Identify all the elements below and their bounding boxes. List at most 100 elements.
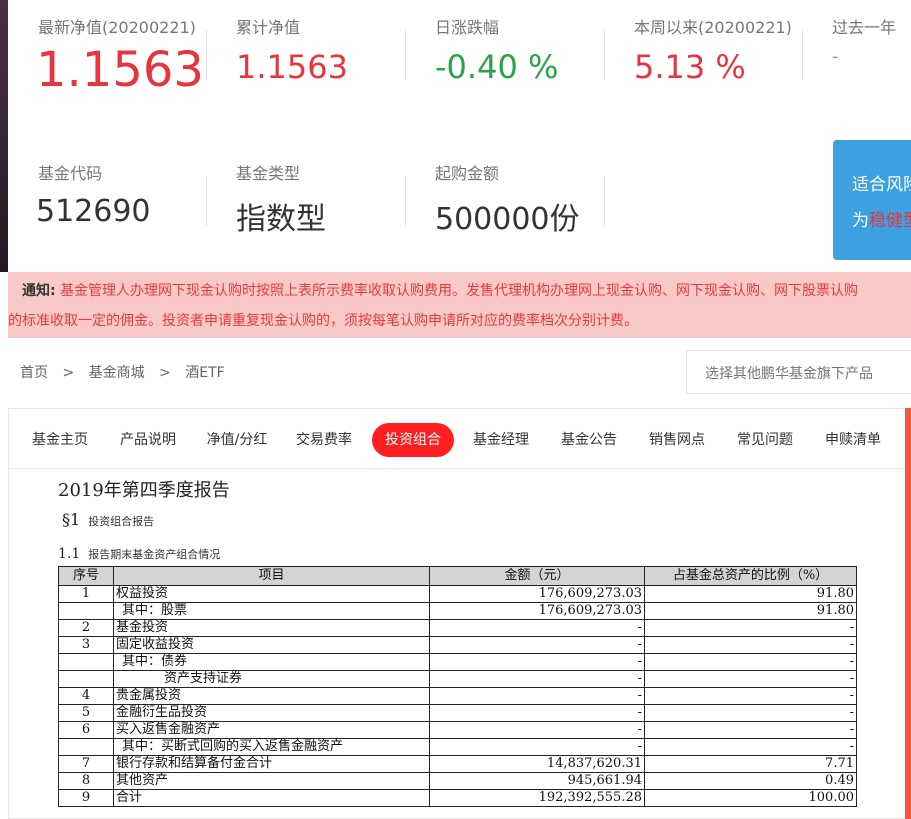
cell-seq: 3 bbox=[58, 636, 114, 654]
cell-seq: 2 bbox=[58, 619, 114, 637]
tab-faq[interactable]: 常见问题 bbox=[729, 423, 801, 457]
cell-ratio: - bbox=[644, 687, 857, 705]
table-row: 其中：股票 176,609,273.03 91.80 bbox=[58, 602, 857, 620]
stat-divider bbox=[206, 176, 207, 226]
cell-seq: 1 bbox=[58, 585, 114, 603]
table-row: 3 固定收益投资 - - bbox=[58, 636, 857, 654]
cell-seq: 7 bbox=[58, 755, 114, 773]
cell-seq bbox=[58, 670, 114, 688]
cell-seq: 4 bbox=[58, 687, 114, 705]
header-seq: 序号 bbox=[58, 566, 114, 586]
fund-code-label: 基金代码 bbox=[38, 164, 103, 183]
week-to-date-value: 5.13 % bbox=[634, 48, 746, 86]
cell-item: 贵金属投资 bbox=[113, 687, 430, 705]
table-row: 5 金融衍生品投资 - - bbox=[58, 704, 857, 722]
table-row: 8 其他资产 945,661.94 0.49 bbox=[58, 772, 857, 790]
table-row: 7 银行存款和结算备付金合计 14,837,620.31 7.71 bbox=[58, 755, 857, 773]
tab-subscription-list[interactable]: 申赎清单 bbox=[817, 423, 889, 457]
cell-item: 银行存款和结算备付金合计 bbox=[113, 755, 430, 773]
cell-amount: 176,609,273.03 bbox=[429, 602, 645, 620]
breadcrumb-current: 酒ETF bbox=[185, 365, 225, 381]
risk-level-box[interactable]: 适合风险 为稳健型 bbox=[833, 140, 911, 260]
tab-fees[interactable]: 交易费率 bbox=[288, 423, 360, 457]
tab-fund-manager[interactable]: 基金经理 bbox=[465, 423, 537, 457]
cell-item: 固定收益投资 bbox=[113, 636, 430, 654]
stat-divider bbox=[604, 176, 605, 226]
tab-nav-dividend[interactable]: 净值/分红 bbox=[198, 423, 276, 457]
cell-amount: - bbox=[429, 619, 645, 637]
cell-amount: - bbox=[429, 687, 645, 705]
cell-ratio: 91.80 bbox=[644, 585, 857, 603]
table-row: 6 买入返售金融资产 - - bbox=[58, 721, 857, 739]
cell-item: 其中：债券 bbox=[113, 653, 430, 671]
table-row: 4 贵金属投资 - - bbox=[58, 687, 857, 705]
min-purchase-label: 起购金额 bbox=[435, 164, 500, 183]
week-to-date-label: 本周以来(20200221) bbox=[634, 18, 792, 37]
cell-ratio: 91.80 bbox=[644, 602, 857, 620]
cell-amount: - bbox=[429, 636, 645, 654]
cell-ratio: - bbox=[644, 619, 857, 637]
tab-fund-home[interactable]: 基金主页 bbox=[24, 423, 96, 457]
tab-sales-outlets[interactable]: 销售网点 bbox=[641, 423, 713, 457]
cell-item: 资产支持证券 bbox=[113, 670, 430, 688]
stat-divider bbox=[802, 30, 803, 80]
cell-item: 买入返售金融资产 bbox=[113, 721, 430, 739]
min-purchase-value: 500000份 bbox=[435, 202, 580, 237]
cell-amount: - bbox=[429, 704, 645, 722]
tab-announcements[interactable]: 基金公告 bbox=[553, 423, 625, 457]
fund-type-label: 基金类型 bbox=[236, 164, 301, 183]
header-amount: 金额（元） bbox=[429, 566, 645, 586]
cell-amount: 192,392,555.28 bbox=[429, 789, 645, 807]
notice-line-2: 的标准收取一定的佣金。投资者申请重复现金认购的，须按每笔认购申请所对应的费率档次… bbox=[8, 313, 638, 329]
section-1-1-heading: 1.1 报告期末基金资产组合情况 bbox=[58, 546, 221, 562]
cell-amount: - bbox=[429, 738, 645, 756]
cumulative-nav-value: 1.1563 bbox=[236, 48, 348, 86]
stat-divider bbox=[405, 176, 406, 226]
breadcrumb-home[interactable]: 首页 bbox=[20, 365, 48, 381]
cell-seq: 5 bbox=[58, 704, 114, 722]
header-item: 项目 bbox=[113, 566, 430, 586]
cell-ratio: - bbox=[644, 704, 857, 722]
cell-amount: - bbox=[429, 653, 645, 671]
cell-seq: 8 bbox=[58, 772, 114, 790]
fund-select-box[interactable] bbox=[686, 350, 911, 394]
notice-label: 通知: bbox=[22, 283, 56, 299]
table-row: 其中：买断式回购的买入返售金融资产 - - bbox=[58, 738, 857, 756]
window-edge-strip bbox=[0, 0, 8, 272]
cell-ratio: - bbox=[644, 721, 857, 739]
table-row: 资产支持证券 - - bbox=[58, 670, 857, 688]
cell-ratio: 7.71 bbox=[644, 755, 857, 773]
breadcrumb: 首页 > 基金商城 > 酒ETF bbox=[20, 362, 225, 382]
cell-ratio: - bbox=[644, 670, 857, 688]
cell-ratio: - bbox=[644, 636, 857, 654]
risk-box-line2: 为稳健型 bbox=[852, 206, 911, 231]
breadcrumb-fund-mall[interactable]: 基金商城 bbox=[89, 365, 145, 381]
tab-product-info[interactable]: 产品说明 bbox=[112, 423, 184, 457]
table-row: 1 权益投资 176,609,273.03 91.80 bbox=[58, 585, 857, 603]
stat-divider bbox=[405, 30, 406, 80]
notice-bar: 通知: 基金管理人办理网下现金认购时按照上表所示费率收取认购费用。发售代理机构办… bbox=[8, 272, 911, 338]
daily-change-label: 日涨跌幅 bbox=[435, 18, 500, 37]
cell-item: 合计 bbox=[113, 789, 430, 807]
fund-select-input[interactable] bbox=[703, 365, 907, 383]
table-row: 9 合计 192,392,555.28 100.00 bbox=[58, 789, 857, 807]
cell-amount: - bbox=[429, 721, 645, 739]
risk-level-highlight: 稳健型 bbox=[869, 211, 911, 231]
cell-ratio: 100.00 bbox=[644, 789, 857, 807]
cell-item: 其中：买断式回购的买入返售金融资产 bbox=[113, 738, 430, 756]
breadcrumb-separator: > bbox=[159, 365, 171, 381]
section-1-heading: §1 投资组合报告 bbox=[62, 510, 155, 529]
cell-seq bbox=[58, 602, 114, 620]
fund-type-value: 指数型 bbox=[236, 202, 326, 237]
cell-amount: 14,837,620.31 bbox=[429, 755, 645, 773]
tab-portfolio[interactable]: 投资组合 bbox=[372, 423, 454, 457]
asset-allocation-table: 序号 项目 金额（元） 占基金总资产的比例（%） 1 权益投资 176,609,27… bbox=[58, 566, 857, 807]
stat-divider bbox=[206, 30, 207, 80]
cell-ratio: - bbox=[644, 653, 857, 671]
past-year-value: - bbox=[832, 46, 839, 67]
breadcrumb-separator: > bbox=[62, 365, 75, 381]
stat-divider bbox=[604, 30, 605, 80]
table-row: 其中：债券 - - bbox=[58, 653, 857, 671]
cell-seq: 9 bbox=[58, 789, 114, 807]
cell-amount: - bbox=[429, 670, 645, 688]
